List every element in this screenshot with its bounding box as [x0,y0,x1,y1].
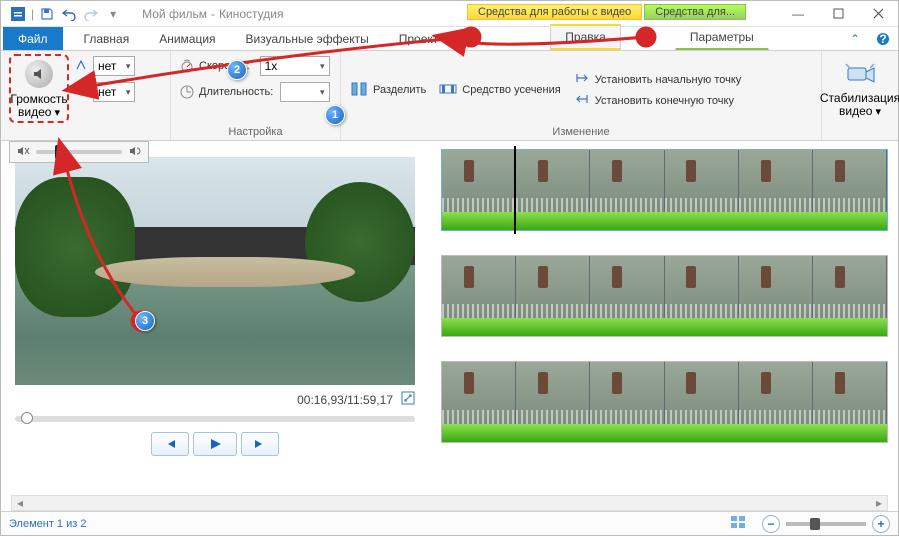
volume-label-1: Громкость [10,92,67,106]
volume-slider[interactable] [36,150,122,154]
fadein-icon [75,59,89,73]
set-start-icon [573,72,591,87]
volume-label-2: видео [18,105,51,119]
tab-view[interactable]: д [453,27,490,50]
fadeout-icon [75,85,89,99]
redo-icon[interactable] [82,5,100,23]
thumbnails-view-icon[interactable] [730,515,748,532]
zoom-thumb[interactable] [810,518,820,530]
duration-icon [179,83,195,102]
timeline-clip-1[interactable] [441,149,888,231]
zoom-out-button[interactable]: − [762,515,780,533]
zoom-slider[interactable] [786,522,866,526]
maximize-button[interactable] [818,1,858,27]
undo-icon[interactable] [60,5,78,23]
next-frame-button[interactable] [241,432,279,456]
callout-2: 2 [227,60,247,80]
play-button[interactable] [193,432,237,456]
playback-controls [15,432,415,456]
duration-label: Длительность: [199,86,273,98]
zoom-in-button[interactable]: + [872,515,890,533]
titlebar: | ▾ Мой фильм-Киностудия — [1,1,898,27]
timeline-clip-3[interactable] [441,361,888,443]
set-start-button[interactable]: Установить начальную точку [573,72,742,87]
timecode-row: 00:16,93/11:59,17 [15,391,415,408]
ribbon-tabstrip: Файл Главная Анимация Визуальные эффекты… [1,27,898,51]
set-end-button[interactable]: Установить конечную точку [573,93,742,108]
scroll-left-icon[interactable]: ◂ [12,496,28,510]
ribbon-group-stabilize: Стабилизациявидео ▾ [822,51,898,140]
tab-file[interactable]: Файл [3,27,63,50]
contextual-tab-row: Средства для работы с видео Средства для… [467,4,746,20]
timeline-pane [431,141,898,491]
ribbon: Громкостьвидео ▾ нет нет Скорость: 1x [1,51,898,141]
save-icon[interactable] [38,5,56,23]
volume-max-icon [128,144,142,161]
fadeout-select[interactable]: нет [93,82,135,102]
help-icon[interactable]: ? [874,30,892,48]
set-end-icon [573,93,591,108]
ribbon-group-audio: Громкостьвидео ▾ нет нет [1,51,171,140]
app-name: Киностудия [219,7,283,21]
zoom-control: − + [762,515,890,533]
split-button[interactable]: Разделить [349,79,426,102]
status-bar: Элемент 1 из 2 − + [1,511,898,535]
seek-slider[interactable] [15,416,415,422]
speaker-icon [25,60,53,88]
split-icon [349,79,369,102]
context-tab-video[interactable]: Средства для работы с видео [467,4,642,20]
ribbon-group-settings: Скорость: 1x Длительность: Настройка [171,51,341,140]
context-tab-music[interactable]: Средства для... [644,4,746,20]
svg-text:?: ? [879,32,886,46]
ribbon-group-editing: Разделить Средство усечения Установить н… [341,51,822,140]
trim-icon [438,82,458,99]
tab-edit[interactable]: Правка [550,24,621,50]
duration-select[interactable] [280,82,330,102]
volume-mute-icon [16,144,30,161]
volume-slider-thumb[interactable] [55,145,63,159]
collapse-ribbon-icon[interactable]: ⌃ [846,30,864,48]
stabilize-button[interactable]: Стабилизациявидео ▾ [830,54,890,121]
app-menu-icon[interactable] [9,5,27,23]
group-settings-label: Настройка [179,126,332,139]
group-edit-label: Изменение [349,126,813,139]
horizontal-scrollbar[interactable]: ◂ ▸ [11,495,888,511]
prev-frame-button[interactable] [151,432,189,456]
tab-parameters[interactable]: Параметры [675,25,769,50]
timeline-clip-2[interactable] [441,255,888,337]
video-volume-button[interactable]: Громкостьвидео ▾ [9,54,69,123]
timeline-playhead[interactable] [514,146,516,234]
speed-icon [179,57,195,76]
speed-select[interactable]: 1x [260,56,330,76]
status-text: Элемент 1 из 2 [9,518,86,530]
qat-dropdown-icon[interactable]: ▾ [104,5,122,23]
scroll-right-icon[interactable]: ▸ [871,496,887,510]
tab-project[interactable]: Проект [384,27,454,50]
callout-1: 1 [325,105,345,125]
fullscreen-icon[interactable] [401,391,415,408]
minimize-button[interactable]: — [778,1,818,27]
preview-pane: 00:16,93/11:59,17 [1,141,431,491]
volume-popup [9,141,149,163]
camera-icon [844,57,876,89]
tab-home[interactable]: Главная [69,27,145,50]
timecode-text: 00:16,93/11:59,17 [297,393,393,407]
quick-access-toolbar: | ▾ [1,5,130,23]
close-button[interactable] [858,1,898,27]
tab-visual-effects[interactable]: Визуальные эффекты [231,27,384,50]
seek-thumb[interactable] [21,412,33,424]
callout-3: 3 [135,311,155,331]
tab-animation[interactable]: Анимация [144,27,230,50]
video-preview[interactable] [15,157,415,385]
fadein-select[interactable]: нет [93,56,135,76]
trim-button[interactable]: Средство усечения [438,82,560,99]
doc-name: Мой фильм [142,7,207,21]
